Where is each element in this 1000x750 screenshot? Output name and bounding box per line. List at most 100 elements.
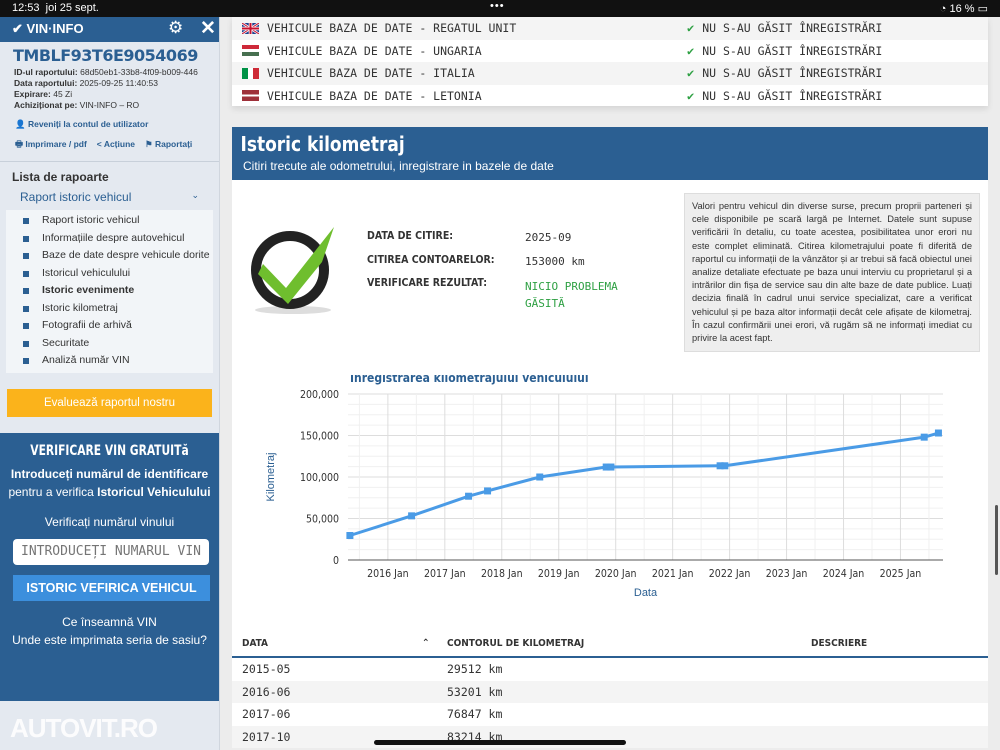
report-meta-row: Achiziționat pe: VIN-INFO – RO — [14, 100, 140, 110]
free-vin-check-panel: VERIFICARE VIN GRATUITă Introduceți numă… — [0, 432, 219, 701]
x-tick-label: 2022 Jan — [709, 568, 751, 580]
mileage-summary: DATA DE CITIRE: 2025-09 CITIREA CONTOARE… — [232, 180, 988, 628]
sidebar-nav-item[interactable]: Securitate — [6, 335, 213, 353]
database-results: VEHICULE BAZA DE DATE - REGATUL UNIT ✔ NU … — [232, 17, 988, 106]
close-icon[interactable]: ✕ — [200, 17, 216, 40]
sidebar-nav-item[interactable]: Informațiile despre autovehicul — [6, 230, 213, 248]
sidebar: ✔ VIN·INFO ⚙ ✕ TMBLF93T6E9054069 ID-ul r… — [0, 17, 220, 750]
table-header: DATA ⌃ CONTORUL DE KILOMETRAJ DESCRIERE — [232, 628, 988, 658]
check-vehicle-button[interactable]: ISTORIC VEFIRICA VEHICUL — [13, 574, 210, 601]
row-date: 2016-06 — [242, 684, 291, 699]
check-icon: ✔ — [687, 43, 695, 58]
chart-title: Inregistrarea kilometrajului vehiculului — [350, 375, 589, 385]
odometer-label: CITIREA CONTOARELOR: — [367, 254, 495, 266]
success-check-icon — [251, 227, 334, 314]
row-date: 2017-06 — [242, 707, 291, 721]
col-description[interactable]: DESCRIERE — [811, 638, 867, 649]
row-mileage: 76847 km — [447, 707, 503, 721]
report-meta-row: ID-ul raportului: 68d50eb1-33b8-4f09-b00… — [14, 67, 198, 77]
flag-lv-icon — [242, 90, 259, 102]
home-indicator[interactable] — [374, 740, 626, 745]
vin-info-logo[interactable]: ✔ VIN·INFO — [12, 21, 84, 37]
chassis-location-link[interactable]: Unde este imprimata seria de sasiu? — [8, 631, 211, 649]
result-label: VERIFICARE REZULTAT: — [367, 277, 488, 289]
sidebar-nav-item[interactable]: Istoricul vehiculului — [6, 265, 213, 283]
report-dropdown[interactable]: Raport istoric vehicul ⌄ — [0, 184, 219, 210]
col-mileage[interactable]: CONTORUL DE KILOMETRAJ — [447, 638, 584, 649]
reading-date-value: 2025-09 — [525, 231, 572, 244]
status-bar: 12:53 joi 25 sept. ••• ◔ 16 % ▭ — [0, 0, 1000, 17]
free-vin-title: VERIFICARE VIN GRATUITă — [30, 442, 189, 459]
reports-list-title: Lista de rapoarte — [12, 170, 109, 184]
what-is-vin-link[interactable]: Ce înseamnă VIN — [8, 613, 211, 631]
section-subtitle: Citiri trecute ale odometrului, inregist… — [243, 159, 554, 173]
data-point — [721, 462, 729, 470]
data-point — [346, 532, 354, 540]
sidebar-nav-item[interactable]: Raport istoric vehicul — [6, 212, 213, 230]
multitask-dots[interactable]: ••• — [490, 0, 505, 12]
settings-gear-icon[interactable]: ⚙ — [168, 18, 183, 38]
row-date: 2017-10 — [242, 729, 291, 744]
scrollbar[interactable] — [995, 505, 998, 575]
print-pdf-button[interactable]: 🖶 Imprimare / pdf — [15, 139, 87, 153]
flag-hu-icon — [242, 45, 259, 57]
database-row: VEHICULE BAZA DE DATE - LETONIA ✔ NU S-AU … — [232, 85, 988, 108]
x-tick-label: 2018 Jan — [481, 568, 523, 580]
report-meta-row: Expirare: 45 Zi — [14, 89, 73, 99]
database-name: VEHICULE BAZA DE DATE - LETONIA — [267, 88, 482, 103]
sidebar-nav-item[interactable]: Analiză număr VIN — [6, 352, 213, 370]
report-meta: ID-ul raportului: 68d50eb1-33b8-4f09-b00… — [0, 67, 219, 111]
evaluate-report-button[interactable]: Evaluează raportul nostru — [7, 388, 212, 417]
check-icon: ✔ — [687, 21, 695, 36]
y-tick-label: 150,000 — [300, 431, 339, 443]
report-meta-row: Data raportului: 2025-09-25 11:40:53 — [14, 78, 158, 88]
free-vin-text-2: pentru a verifica Istoricul Vehiculului — [8, 484, 211, 499]
report-button[interactable]: ⚑ Raportați — [145, 139, 192, 153]
x-tick-label: 2017 Jan — [424, 568, 466, 580]
x-tick-label: 2025 Jan — [880, 568, 922, 580]
data-point — [408, 512, 416, 520]
odometer-value: 153000 km — [525, 255, 585, 268]
sidebar-nav-item[interactable]: Istoric evenimente — [6, 282, 213, 300]
sidebar-nav-item[interactable]: Baze de date despre vehicule dorite — [6, 247, 213, 265]
y-tick-label: 100,000 — [300, 472, 339, 484]
share-button[interactable]: < Acțiune — [97, 139, 135, 153]
database-status: NU S-AU GĂSIT ÎNREGISTRĂRI — [702, 88, 883, 103]
result-value: NICIO PROBLEMA GĂSITĂ — [525, 280, 618, 310]
battery-indicator: ◔ 16 % ▭ — [939, 3, 988, 15]
x-tick-label: 2019 Jan — [538, 568, 580, 580]
free-vin-text: Introduceți numărul de identificare — [10, 466, 209, 481]
row-date: 2015-05 — [242, 662, 291, 676]
data-point — [536, 473, 544, 481]
data-point — [484, 487, 492, 495]
section-title: Istoric kilometraj — [240, 132, 405, 156]
table-row: 2016-06 53201 km — [232, 680, 988, 703]
report-nav-list: Raport istoric vehicul Informațiile despr… — [6, 210, 213, 373]
mileage-chart: Inregistrarea kilometrajului vehiculului… — [265, 375, 943, 599]
vin-number: TMBLF93T6E9054069 — [13, 46, 198, 65]
sort-asc-icon[interactable]: ⌃ — [422, 638, 430, 649]
data-point — [607, 463, 615, 471]
sidebar-nav-item[interactable]: Fotografii de arhivă — [6, 317, 213, 335]
database-status: NU S-AU GĂSIT ÎNREGISTRĂRI — [702, 21, 883, 36]
col-date[interactable]: DATA — [242, 638, 268, 649]
disclaimer-note: Valori pentru vehicul din diverse surse,… — [684, 193, 980, 353]
chevron-down-icon: ⌄ — [191, 190, 199, 200]
table-row: 2015-05 29512 km — [232, 658, 988, 681]
vin-input[interactable] — [13, 538, 209, 565]
database-status: NU S-AU GĂSIT ÎNREGISTRĂRI — [702, 43, 883, 58]
x-tick-label: 2024 Jan — [823, 568, 865, 580]
sidebar-header: ✔ VIN·INFO ⚙ ✕ — [0, 17, 219, 42]
autovit-watermark: AUTOVIT.RO — [10, 713, 158, 743]
back-to-account-link[interactable]: 👤 Reveniți la contul de utilizator — [0, 119, 219, 130]
vin-input-label: Verificați numărul vinului — [44, 514, 175, 529]
report-actions: 🖶 Imprimare / pdf < Acțiune ⚑ Raportați — [0, 139, 219, 153]
x-tick-label: 2020 Jan — [595, 568, 637, 580]
mileage-table: DATA ⌃ CONTORUL DE KILOMETRAJ DESCRIERE … — [232, 628, 988, 748]
x-axis-label: Data — [634, 587, 658, 599]
y-tick-label: 50,000 — [306, 514, 339, 526]
table-row: 2017-06 76847 km — [232, 703, 988, 726]
x-tick-label: 2023 Jan — [766, 568, 808, 580]
database-name: VEHICULE BAZA DE DATE - REGATUL UNIT — [267, 21, 517, 36]
sidebar-nav-item[interactable]: Istoric kilometraj — [6, 300, 213, 318]
